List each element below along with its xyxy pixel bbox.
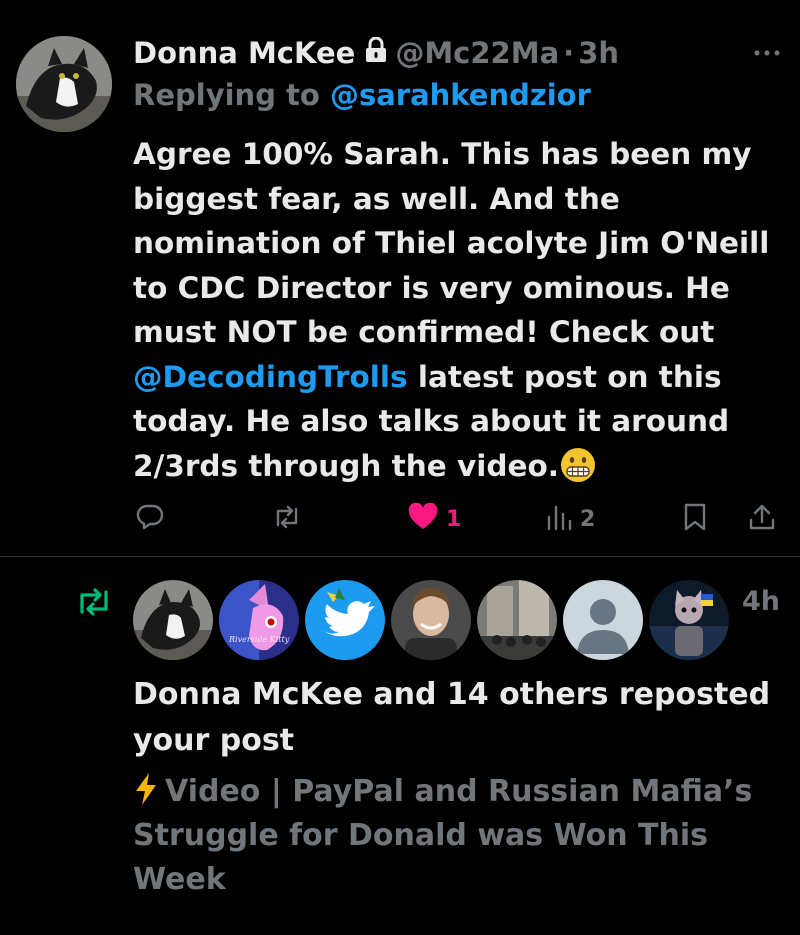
repost-icon xyxy=(272,503,302,535)
avatar[interactable]: Riverside Kitty xyxy=(219,580,299,660)
views-count: 2 xyxy=(580,506,596,532)
tweet-text-part1: Agree 100% Sarah. This has been my bigge… xyxy=(133,137,770,349)
bar-chart-icon xyxy=(546,503,572,535)
avatar[interactable] xyxy=(305,580,385,660)
notification-time: 4h xyxy=(742,586,781,617)
avatar[interactable] xyxy=(391,580,471,660)
post-preview-text: Video | PayPal and Russian Mafia’s Strug… xyxy=(133,774,753,897)
post-preview[interactable]: Video | PayPal and Russian Mafia’s Strug… xyxy=(133,770,783,902)
more-options-icon[interactable] xyxy=(750,36,784,70)
repost-button[interactable] xyxy=(272,498,302,540)
heart-icon xyxy=(408,502,438,535)
views-button[interactable]: 2 xyxy=(546,498,595,540)
author-handle[interactable]: @Mc22Ma xyxy=(395,36,559,70)
avatar[interactable] xyxy=(649,580,729,660)
lock-icon xyxy=(365,36,387,70)
share-button[interactable] xyxy=(748,498,776,540)
separator-dot: · xyxy=(563,36,575,70)
tweet-actions: 1 2 xyxy=(0,498,800,540)
reply-button[interactable] xyxy=(136,498,164,540)
lightning-bolt-icon xyxy=(133,773,165,809)
reposter-avatars: Riverside Kitty xyxy=(133,580,729,660)
like-button[interactable]: 1 xyxy=(408,498,461,540)
author-name[interactable]: Donna McKee xyxy=(133,36,355,70)
tweet-header: Donna McKee @Mc22Ma · 3h xyxy=(133,33,619,73)
avatar-caption: Riverside Kitty xyxy=(228,635,290,644)
replying-to-mention[interactable]: @sarahkendzior xyxy=(330,78,591,112)
avatar[interactable] xyxy=(563,580,643,660)
avatar[interactable] xyxy=(16,36,112,132)
tweet-time[interactable]: 3h xyxy=(578,36,619,70)
like-count: 1 xyxy=(446,506,462,532)
bookmark-button[interactable] xyxy=(683,498,707,540)
avatar[interactable] xyxy=(133,580,213,660)
replying-to-label: Replying to xyxy=(133,78,330,112)
replying-to: Replying to @sarahkendzior xyxy=(133,78,591,112)
grimacing-face-emoji-icon xyxy=(560,447,595,482)
tweet-mention[interactable]: @DecodingTrolls xyxy=(133,360,408,394)
reply-icon xyxy=(136,503,164,535)
bookmark-icon xyxy=(683,503,707,535)
repost-notification-icon xyxy=(75,585,113,623)
notification-text: Donna McKee and 14 others reposted your … xyxy=(133,677,771,758)
avatar[interactable] xyxy=(477,580,557,660)
reply-tweet[interactable]: Donna McKee @Mc22Ma · 3h Replying to @sa… xyxy=(0,0,800,556)
tweet-text: Agree 100% Sarah. This has been my bigge… xyxy=(133,132,783,488)
share-icon xyxy=(748,503,776,535)
